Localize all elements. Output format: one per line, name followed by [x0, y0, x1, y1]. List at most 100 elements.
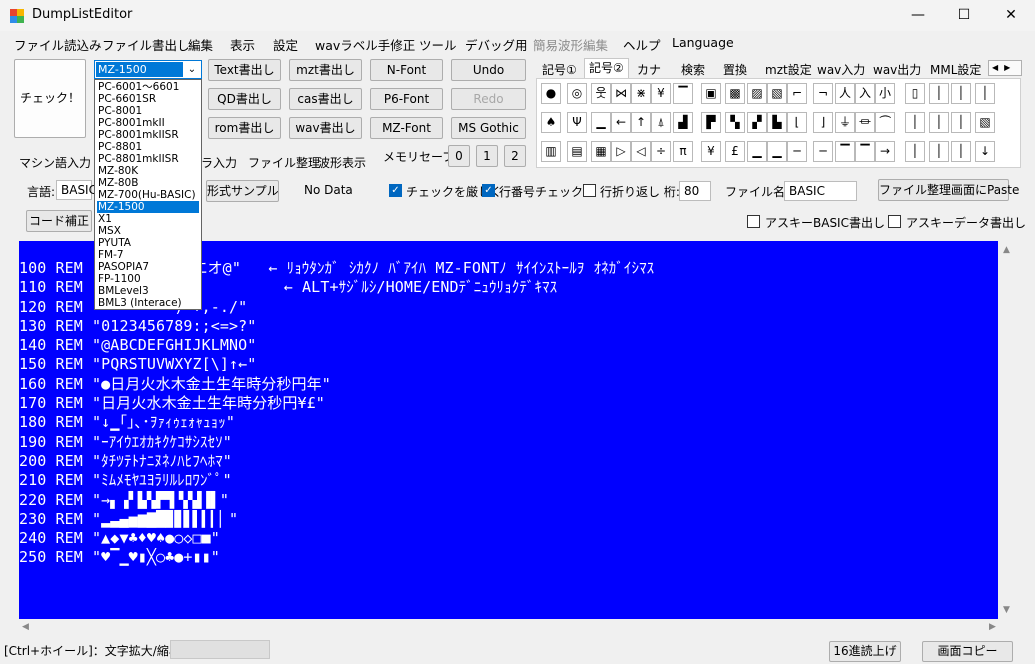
code-line[interactable]: 140 REM "@ABCDEFGHIJKLMNO": [19, 336, 654, 355]
dropdown-option[interactable]: PYUTA: [97, 237, 199, 249]
symbol-button[interactable]: ÷: [651, 141, 671, 162]
symbol-button[interactable]: │: [951, 141, 971, 162]
tab-machine-code-input[interactable]: マシン語入力: [14, 153, 96, 173]
symbol-button[interactable]: │: [929, 83, 949, 104]
symbol-button[interactable]: ¬: [813, 83, 833, 104]
dropdown-option[interactable]: MZ-1500: [97, 201, 199, 213]
menu-file-write[interactable]: ファイル書出し: [102, 35, 190, 54]
symbol-button[interactable]: ⏜: [875, 112, 895, 133]
menu-wav-label[interactable]: wavラベル手修正: [315, 35, 415, 54]
symbol-button[interactable]: ⌐: [787, 83, 807, 104]
code-line[interactable]: 190 REM "ｰｱｲｳｴｵｶｷｸｹｺｻｼｽｾｿ": [19, 433, 654, 452]
wrap-checkbox[interactable]: [583, 184, 596, 197]
symbol-button[interactable]: ▷: [611, 141, 631, 162]
tab-search[interactable]: 検索: [676, 60, 710, 80]
code-line[interactable]: 250 REM "♥▔▁♥▮╳○♣●+▮▮": [19, 548, 654, 567]
symbol-button[interactable]: →: [875, 141, 895, 162]
tab-mzt-settings[interactable]: mzt設定: [760, 60, 817, 80]
dropdown-option[interactable]: MZ-700(Hu-BASIC): [97, 189, 199, 201]
hex-read-button[interactable]: 16進読上げ: [829, 641, 901, 662]
format-sample-button[interactable]: 形式サンプル: [206, 180, 279, 202]
symbol-button[interactable]: ◎: [567, 83, 587, 104]
menu-tools[interactable]: ツール: [419, 35, 457, 54]
symbol-button[interactable]: ¥: [651, 83, 671, 104]
code-fix-button[interactable]: コード補正: [26, 210, 92, 232]
dropdown-option[interactable]: PC-6601SR: [97, 93, 199, 105]
symbol-button[interactable]: │: [975, 83, 995, 104]
symbol-button[interactable]: ⏛: [855, 112, 875, 133]
dropdown-option[interactable]: PC-6001～6601: [97, 81, 199, 93]
scroll-down-icon[interactable]: ▼: [1003, 605, 1010, 615]
symbol-button[interactable]: ▔: [855, 141, 875, 162]
symbol-button[interactable]: ▧: [767, 83, 787, 104]
close-button[interactable]: ✕: [988, 0, 1034, 31]
symbol-button[interactable]: │: [905, 112, 925, 133]
code-line[interactable]: 150 REM "PQRSTUVWXYZ[\]↑←": [19, 355, 654, 374]
menu-wave-edit[interactable]: 簡易波形編集: [533, 35, 608, 54]
code-line[interactable]: 240 REM "▲◆▼♣♦♥♠●○◇□■": [19, 529, 654, 548]
ascii-basic-checkbox[interactable]: [747, 215, 760, 228]
code-line[interactable]: 210 REM "ﾐﾑﾒﾓﾔﾕﾖﾗﾘﾙﾚﾛﾜﾝﾞﾟ": [19, 471, 654, 490]
dropdown-option[interactable]: PC-8801mkIISR: [97, 153, 199, 165]
code-line[interactable]: 170 REM "日月火水木金土生年時分秒円¥£": [19, 394, 654, 413]
symbol-button[interactable]: ⌊: [787, 112, 807, 133]
ms-gothic-button[interactable]: MS Gothic: [451, 117, 526, 139]
scroll-left-icon[interactable]: ◀: [22, 622, 29, 632]
memory-slot-2-button[interactable]: 2: [504, 145, 526, 167]
symbol-button[interactable]: ⏚: [835, 112, 855, 133]
line-number-checkbox[interactable]: ✓: [482, 184, 495, 197]
p6font-button[interactable]: P6-Font: [370, 88, 443, 110]
memory-slot-0-button[interactable]: 0: [448, 145, 470, 167]
symbol-button[interactable]: ▚: [725, 112, 745, 133]
dropdown-option[interactable]: PC-8801: [97, 141, 199, 153]
mzfont-button[interactable]: MZ-Font: [370, 117, 443, 139]
dropdown-option[interactable]: FM-7: [97, 249, 199, 261]
menu-edit[interactable]: 編集: [188, 35, 213, 54]
symbol-button[interactable]: ¥: [701, 141, 721, 162]
symbol-button[interactable]: ▥: [541, 141, 561, 162]
tab-wav-input[interactable]: wav入力: [812, 60, 870, 80]
screen-copy-button[interactable]: 画面コピー: [922, 641, 1013, 662]
menu-file-read[interactable]: ファイル読込み: [14, 35, 102, 54]
dropdown-option[interactable]: MSX: [97, 225, 199, 237]
symbol-button[interactable]: ▔: [673, 83, 693, 104]
dropdown-option[interactable]: FP-1100: [97, 273, 199, 285]
code-line[interactable]: 200 REM "ﾀﾁﾂﾃﾄﾅﾆﾇﾈﾉﾊﾋﾌﾍﾎﾏ": [19, 452, 654, 471]
minimize-button[interactable]: —: [895, 0, 941, 31]
symbol-button[interactable]: ▩: [725, 83, 745, 104]
dropdown-option[interactable]: BMLevel3: [97, 285, 199, 297]
filename-field[interactable]: BASIC: [784, 181, 857, 201]
scroll-up-icon[interactable]: ▲: [1003, 245, 1010, 255]
scroll-right-icon[interactable]: ▶: [989, 622, 996, 632]
memory-slot-1-button[interactable]: 1: [476, 145, 498, 167]
redo-button[interactable]: Redo: [451, 88, 526, 110]
nfont-button[interactable]: N-Font: [370, 59, 443, 81]
symbol-button[interactable]: ▟: [673, 112, 693, 133]
symbol-button[interactable]: ▦: [591, 141, 611, 162]
symbol-button[interactable]: │: [905, 141, 925, 162]
symbol-button[interactable]: ▛: [701, 112, 721, 133]
dropdown-option[interactable]: PC-8001: [97, 105, 199, 117]
symbol-button[interactable]: £: [725, 141, 745, 162]
tab-mml-settings[interactable]: MML設定: [925, 60, 986, 80]
symbol-button[interactable]: ▙: [767, 112, 787, 133]
symbol-button[interactable]: ⼈: [835, 83, 855, 104]
tab-wav-output[interactable]: wav出力: [868, 60, 926, 80]
symbol-button[interactable]: ▧: [975, 112, 995, 133]
dropdown-option[interactable]: BML3 (Interace): [97, 297, 199, 309]
symbol-button[interactable]: ─: [787, 141, 807, 162]
symbol-button[interactable]: 웃: [591, 83, 611, 104]
symbol-button[interactable]: ▨: [747, 83, 767, 104]
dropdown-option[interactable]: PC-8001mkII: [97, 117, 199, 129]
horizontal-scrollbar[interactable]: ◀ ▶: [0, 619, 1016, 636]
cas-export-button[interactable]: cas書出し: [289, 88, 362, 110]
symbol-button[interactable]: ▯: [905, 83, 925, 104]
menu-language[interactable]: Language: [672, 35, 734, 50]
wrap-cols-field[interactable]: 80: [679, 181, 711, 201]
symbol-button[interactable]: ▞: [747, 112, 767, 133]
symbol-button[interactable]: Ψ: [567, 112, 587, 133]
tab-waveform[interactable]: 波形表示: [313, 153, 371, 173]
symbol-button[interactable]: │: [951, 112, 971, 133]
symbol-button[interactable]: ⼩: [875, 83, 895, 104]
strict-check-checkbox[interactable]: ✓: [389, 184, 402, 197]
